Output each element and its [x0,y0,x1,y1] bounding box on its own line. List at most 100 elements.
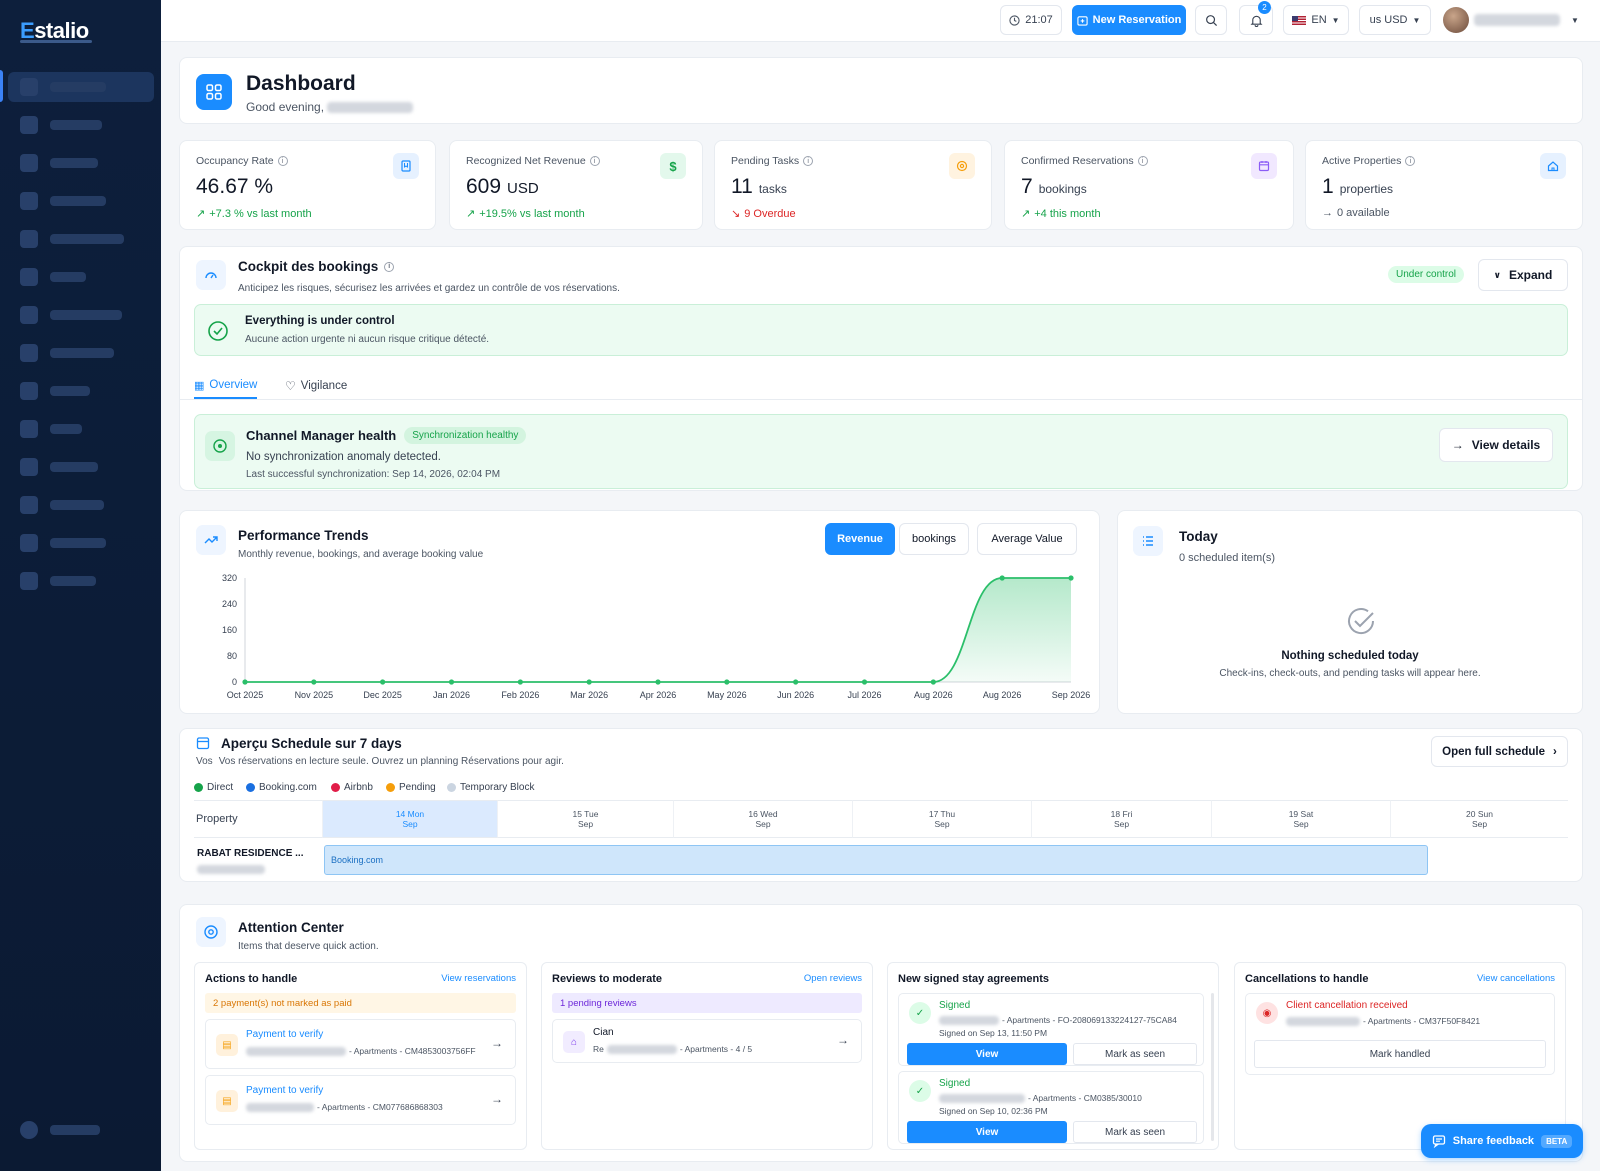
search-button[interactable] [1195,5,1227,35]
kpi-trend: → 0 available [1322,207,1390,219]
open-full-schedule-button[interactable]: Open full schedule › [1431,736,1568,767]
expand-button[interactable]: ∨ Expand [1478,259,1568,291]
today-subtitle: 0 scheduled item(s) [1179,552,1275,564]
sidebar-item-dashboard[interactable] [8,72,154,102]
tab-vigilance[interactable]: ♡ Vigilance [285,373,347,399]
language-select[interactable]: EN ▼ [1283,5,1349,35]
day-header[interactable]: 16 Wed Sep [673,800,852,838]
kpi-confirmed-reservations[interactable]: Confirmed Reservations i 7 bookings ↗ +4 th… [1004,140,1294,230]
booking-bar[interactable]: Booking.com [324,845,1428,875]
y-tick-label: 0 [232,677,237,687]
kpi-occupancy[interactable]: Occupancy Rate i 46.67 % ↗ +7.3 % vs last … [179,140,436,230]
view-agreement-button[interactable]: View [907,1121,1067,1143]
view-agreement-button[interactable]: View [907,1043,1067,1065]
sidebar-item[interactable] [8,224,154,254]
user-menu[interactable]: ▼ [1441,5,1594,35]
sidebar-item[interactable] [8,300,154,330]
cockpit-title: Cockpit des bookings i [238,259,395,274]
data-point[interactable] [380,679,386,685]
sidebar-item[interactable] [8,110,154,140]
data-point[interactable] [1068,575,1074,581]
data-point[interactable] [793,679,799,685]
toggle-revenue[interactable]: Revenue [825,523,895,555]
arrow-right-icon[interactable]: → [491,1092,503,1106]
data-point[interactable] [311,679,317,685]
clock-time: 21:07 [1025,14,1053,26]
data-point[interactable] [586,679,592,685]
kpi-active-properties[interactable]: Active Properties i 1 properties → 0 availa… [1305,140,1583,230]
scrollbar[interactable] [1211,993,1214,1141]
data-point[interactable] [861,679,868,685]
review-item[interactable]: ⌂ Cian Re - Apartments - 4 / 5 → [552,1019,862,1063]
tab-overview[interactable]: ▦ Overview [194,373,258,399]
data-point[interactable] [448,679,455,685]
kpi-label: Pending Tasks i [731,155,814,167]
arrow-right-icon[interactable]: → [491,1036,503,1050]
nav-icon [20,192,38,210]
sidebar-item[interactable] [8,452,154,482]
logo-tagline [20,40,92,43]
day-header[interactable]: 19 Sat Sep [1211,800,1390,838]
kpi-value: 609 USD [466,175,539,198]
legend-direct: Direct [194,782,233,793]
clock-button[interactable]: 21:07 [1000,5,1062,35]
data-point[interactable] [242,679,248,685]
kpi-pending-tasks[interactable]: Pending Tasks i 11 tasks ↘ 9 Overdue [714,140,992,230]
day-header[interactable]: 15 Tue Sep [497,800,673,838]
nav-active-indicator [0,70,3,102]
mark-seen-button[interactable]: Mark as seen [1073,1121,1197,1143]
payment-item[interactable]: ▤ Payment to verify - Apartments - CM077… [205,1075,516,1125]
day-header[interactable]: 20 Sun Sep [1390,800,1568,838]
view-cancellations-link[interactable]: View cancellations [1477,973,1555,984]
sidebar-item[interactable] [8,528,154,558]
payment-title: Payment to verify [246,1085,324,1096]
x-tick-label: Dec 2025 [363,690,402,700]
sidebar-item[interactable] [8,262,154,292]
legend-temporary-block: Temporary Block [447,782,534,793]
info-icon[interactable]: i [277,156,288,166]
arrow-right-icon[interactable]: → [837,1033,849,1047]
mark-seen-button[interactable]: Mark as seen [1073,1043,1197,1065]
share-feedback-button[interactable]: Share feedback BETA [1421,1124,1583,1158]
payment-title: Payment to verify [246,1029,324,1040]
info-icon[interactable]: i [1405,156,1416,166]
info-icon[interactable]: i [803,156,814,166]
open-reviews-link[interactable]: Open reviews [804,973,862,984]
sidebar-item-profile[interactable] [8,1115,154,1145]
info-icon[interactable]: i [384,261,395,272]
sidebar-item[interactable] [8,338,154,368]
day-header[interactable]: 18 Fri Sep [1031,800,1211,838]
property-name[interactable]: RABAT RESIDENCE ... [197,848,304,859]
new-reservation-button[interactable]: New Reservation [1072,5,1186,35]
sidebar-item[interactable] [8,566,154,596]
view-reservations-link[interactable]: View reservations [441,973,516,984]
kpi-revenue[interactable]: Recognized Net Revenue i 609 USD ↗ +19.5% v… [449,140,703,230]
day-header[interactable]: 14 Mon Sep [322,800,497,838]
view-details-button[interactable]: → View details [1439,428,1553,462]
channel-line-1: No synchronization anomaly detected. [246,451,441,463]
sidebar-item[interactable] [8,148,154,178]
tabs-divider [179,399,1583,400]
sidebar-item[interactable] [8,490,154,520]
notifications-button[interactable]: 2 [1239,1,1273,35]
toggle-average-value[interactable]: Average Value [977,523,1077,555]
data-point[interactable] [517,679,523,685]
data-point[interactable] [724,679,730,685]
performance-subtitle: Monthly revenue, bookings, and average b… [238,549,484,560]
data-point[interactable] [655,679,661,685]
agreement-status: Signed [939,1000,971,1011]
info-icon[interactable]: i [589,156,600,166]
sidebar-item[interactable] [8,186,154,216]
review-sub: Re - Apartments - 4 / 5 [593,1044,753,1054]
sidebar-item[interactable] [8,376,154,406]
mark-handled-button[interactable]: Mark handled [1254,1040,1546,1068]
sidebar-item[interactable] [8,414,154,444]
agreement-date: Signed on Sep 10, 02:36 PM [939,1106,1048,1116]
data-point[interactable] [999,575,1005,581]
data-point[interactable] [930,679,936,685]
info-icon[interactable]: i [1137,156,1148,166]
currency-select[interactable]: us USD ▼ [1359,5,1431,35]
payment-item[interactable]: ▤ Payment to verify - Apartments - CM485… [205,1019,516,1069]
toggle-bookings[interactable]: bookings [899,523,969,555]
day-header[interactable]: 17 Thu Sep [852,800,1031,838]
